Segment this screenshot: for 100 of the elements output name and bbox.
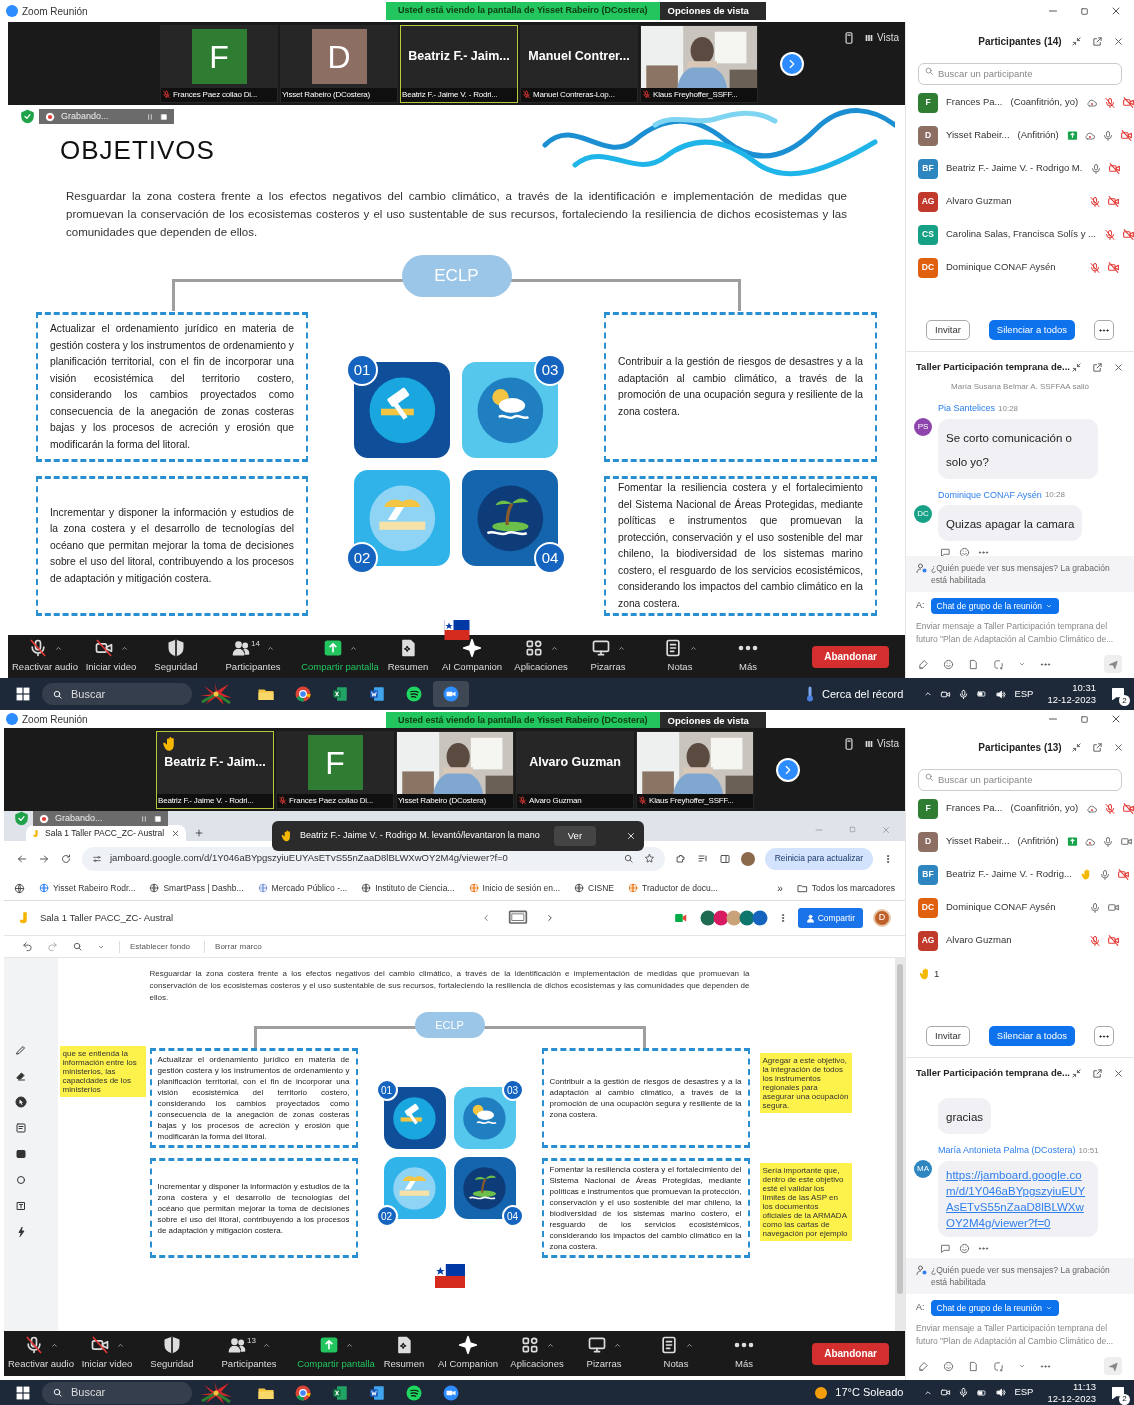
pen-tool-icon[interactable] xyxy=(14,1044,27,1056)
stop-icon[interactable] xyxy=(160,112,168,121)
view-options-button[interactable]: Opciones de vista xyxy=(659,2,766,20)
minimize-panel-icon[interactable] xyxy=(1071,1067,1082,1079)
toolbar-button[interactable]: Notas xyxy=(644,638,716,675)
pop-out-icon[interactable] xyxy=(1092,35,1103,47)
toolbar-button[interactable]: Establecer fondo xyxy=(119,940,191,953)
add-reaction-icon[interactable] xyxy=(959,547,970,556)
participant-row[interactable]: CS Carolina Salas, Francisca Solís y ... xyxy=(906,218,1134,251)
invite-button[interactable]: Invitar xyxy=(926,1026,970,1046)
share-button[interactable]: Compartir xyxy=(797,908,863,928)
new-tab-icon[interactable] xyxy=(194,828,204,838)
microphone-icon[interactable] xyxy=(958,688,970,700)
reply-icon[interactable] xyxy=(940,547,951,556)
language-indicator[interactable]: ESP xyxy=(1014,686,1034,702)
mute-all-button[interactable]: Silenciar a todos xyxy=(988,1026,1076,1046)
more-button[interactable] xyxy=(1094,320,1114,340)
reload-icon[interactable] xyxy=(60,852,72,865)
media-icon[interactable] xyxy=(696,852,709,865)
toolbar-button[interactable]: Más xyxy=(716,638,780,675)
toolbar-button[interactable]: Iniciar video xyxy=(78,638,144,675)
weather-text[interactable]: 17°C Soleado xyxy=(835,1384,904,1401)
toolbar-button[interactable]: Reactivar audio xyxy=(12,638,78,675)
toolbar-button[interactable]: AI Companion xyxy=(434,638,510,675)
screenshot-icon[interactable] xyxy=(993,1360,1004,1372)
more-icon[interactable] xyxy=(1040,662,1051,666)
invite-button[interactable]: Invitar xyxy=(926,320,970,340)
view-button[interactable]: Vista xyxy=(863,30,899,45)
toolbar-button[interactable]: Resumen xyxy=(382,638,434,675)
format-icon[interactable] xyxy=(918,1360,929,1372)
participant-row[interactable]: BF Beatriz F.- Jaime V. - Rodrigo M. xyxy=(906,152,1134,185)
clock[interactable]: 11:13 12-12-2023 xyxy=(1047,1380,1096,1405)
scrollbar-thumb[interactable] xyxy=(897,964,904,1294)
toolbar-button[interactable]: Seguridad xyxy=(144,638,208,675)
language-indicator[interactable]: ESP xyxy=(1014,1385,1034,1400)
toolbar-button[interactable]: AI Companion xyxy=(430,1335,506,1372)
leave-button[interactable]: Abandonar xyxy=(812,645,889,668)
toolbar-button[interactable]: Pizarras xyxy=(572,638,644,675)
participant-row[interactable]: BF Beatriz F.- Jaime V. - Rodrig... xyxy=(906,858,1134,891)
toolbar-button[interactable]: Resumen xyxy=(378,1335,430,1372)
toolbar-button[interactable]: Borrar marco xyxy=(204,940,262,953)
search-field[interactable]: Buscar un participante xyxy=(918,62,1122,85)
taskbar-search[interactable]: Buscar xyxy=(42,683,192,705)
bookmark-link[interactable]: Instituto de Ciencia... xyxy=(361,881,455,895)
next-page-button[interactable] xyxy=(780,51,804,76)
add-reaction-icon[interactable] xyxy=(959,1242,970,1254)
note-tool-icon[interactable] xyxy=(14,1122,27,1134)
taskbar-app[interactable] xyxy=(433,681,469,707)
toolbar-button[interactable]: 13 Participantes xyxy=(204,1335,294,1372)
clock[interactable]: 10:31 12-12-2023 xyxy=(1047,682,1096,706)
minimize-panel-icon[interactable] xyxy=(1071,741,1082,753)
caret-icon[interactable] xyxy=(1018,660,1026,668)
participant-row[interactable]: D Yisset Rabeir... (Anfitrión) xyxy=(906,119,1134,152)
more-icon[interactable] xyxy=(978,551,989,554)
close-icon[interactable] xyxy=(1110,713,1122,725)
reply-icon[interactable] xyxy=(940,1242,951,1254)
zoom-icon[interactable] xyxy=(622,853,634,864)
sticky-note[interactable]: que se entienda la información entre los ministerios, las capacidades de los ministerios xyxy=(59,1046,146,1097)
meet-now-icon[interactable] xyxy=(940,1387,952,1398)
emoji-icon[interactable] xyxy=(943,658,954,670)
bookmark-link[interactable]: Mercado Público -... xyxy=(257,881,348,895)
format-icon[interactable] xyxy=(918,658,929,670)
view-button[interactable]: Ver xyxy=(553,826,597,846)
close-icon[interactable] xyxy=(1113,361,1124,373)
profile-avatar[interactable] xyxy=(740,851,755,866)
zoom-icon[interactable] xyxy=(72,941,83,952)
volume-icon[interactable] xyxy=(995,1387,1008,1398)
battery-icon[interactable] xyxy=(976,689,989,699)
file-icon[interactable] xyxy=(968,658,979,670)
close-icon[interactable] xyxy=(1113,35,1124,47)
minimize-panel-icon[interactable] xyxy=(1071,361,1082,373)
notifications-icon[interactable] xyxy=(1110,686,1126,702)
microphone-icon[interactable] xyxy=(958,1387,970,1398)
toolbar-button[interactable]: Compartir pantalla xyxy=(294,1335,378,1372)
leave-button[interactable]: Abandonar xyxy=(812,1342,889,1365)
search-field[interactable]: Buscar un participante xyxy=(918,768,1122,791)
toolbar-button[interactable]: Compartir pantalla xyxy=(298,638,382,675)
close-icon[interactable] xyxy=(626,831,636,841)
send-button[interactable] xyxy=(1104,655,1122,673)
message-link[interactable]: https://jamboard.google.com/d/1Y046aBYpgszyiuEUYAsETvS55nZaaD8lBLWXwOY2M4g/viewer?f=0 xyxy=(946,1166,1090,1231)
bookmark-link[interactable]: SmartPass | Dashb... xyxy=(149,881,244,895)
recipient-dropdown[interactable]: Chat de grupo de la reunión xyxy=(930,598,1059,614)
participant-row[interactable]: F Frances Pa... (Coanfitrión, yo) xyxy=(906,86,1134,119)
recipient-dropdown[interactable]: Chat de grupo de la reunión xyxy=(930,1300,1059,1316)
stop-icon[interactable] xyxy=(154,814,162,823)
minimize-panel-icon[interactable] xyxy=(1071,35,1082,47)
image-tool-icon[interactable] xyxy=(14,1148,27,1160)
toolbar-button[interactable]: Aplicaciones xyxy=(506,1335,568,1372)
maximize-icon[interactable] xyxy=(1079,5,1090,17)
weather-text[interactable]: Cerca del récord xyxy=(822,685,904,703)
message-input[interactable]: Enviar mensaje a Taller Participación temprana del futuro "Plan de Adaptación al Cambio Climático de... xyxy=(906,620,1134,650)
toolbar-button[interactable]: Reactivar audio xyxy=(8,1335,74,1372)
update-button[interactable]: Reinicia para actualizar xyxy=(764,847,873,870)
taskbar-search[interactable]: Buscar xyxy=(42,1381,192,1404)
eraser-tool-icon[interactable] xyxy=(14,1070,27,1082)
volume-icon[interactable] xyxy=(995,688,1008,700)
send-button[interactable] xyxy=(1104,1357,1122,1375)
toolbar-button[interactable]: Pizarras xyxy=(568,1335,640,1372)
toolbar-button[interactable]: Seguridad xyxy=(140,1335,204,1372)
toolbar-button[interactable]: 14 Participantes xyxy=(208,638,298,675)
